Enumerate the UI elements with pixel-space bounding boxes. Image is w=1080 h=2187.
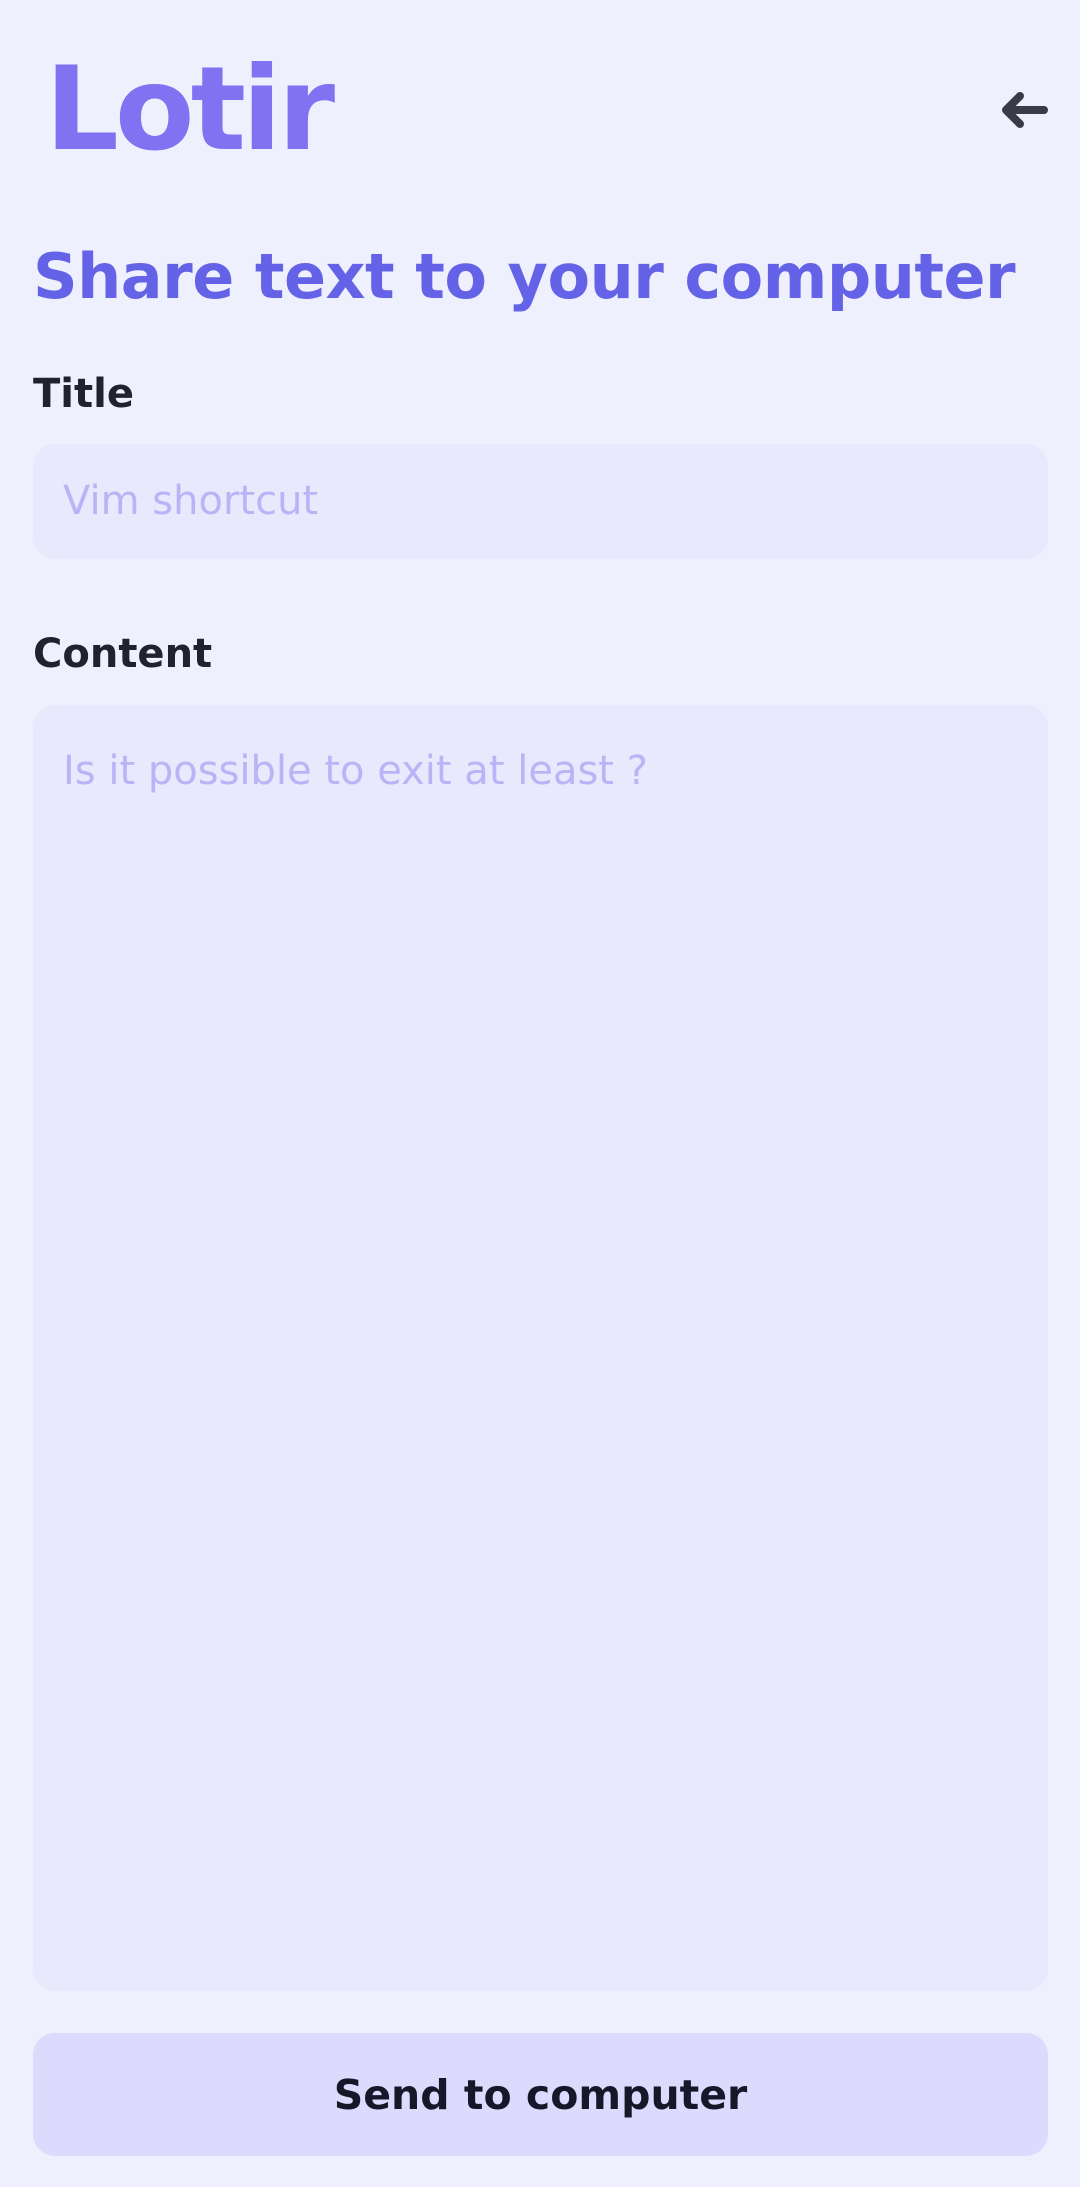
title-input[interactable] bbox=[33, 444, 1048, 559]
page-title: Share text to your computer bbox=[33, 240, 1016, 313]
content-label: Content bbox=[33, 631, 213, 677]
send-to-computer-button[interactable]: Send to computer bbox=[33, 2033, 1048, 2156]
title-label: Title bbox=[33, 371, 134, 417]
app-logo: Lotir bbox=[45, 42, 335, 177]
content-textarea[interactable] bbox=[33, 705, 1048, 1991]
arrow-left-icon bbox=[998, 90, 1048, 134]
back-button[interactable] bbox=[990, 82, 1056, 142]
